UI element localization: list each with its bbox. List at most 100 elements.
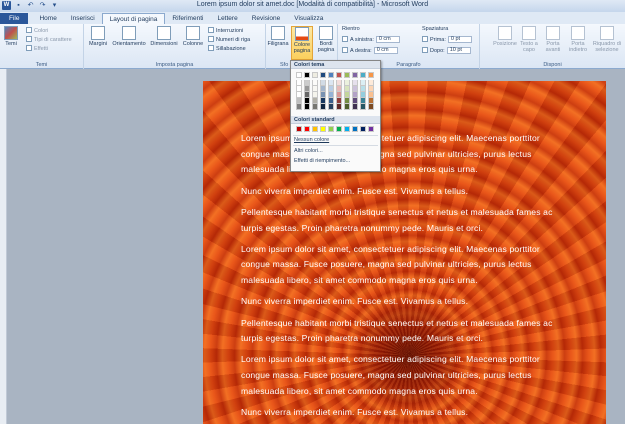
spacing-before-input[interactable]: 0 pt: [447, 36, 472, 44]
theme-color-swatch[interactable]: [368, 104, 374, 110]
dimensioni-button[interactable]: Dimensioni: [149, 26, 179, 47]
theme-color-swatch[interactable]: [360, 104, 366, 110]
theme-color-swatch[interactable]: [312, 72, 318, 78]
orientamento-button[interactable]: Orientamento: [111, 26, 147, 47]
theme-color-swatch[interactable]: [344, 104, 350, 110]
spacing-after-input[interactable]: 10 pt: [446, 47, 471, 55]
numeri-riga-button[interactable]: Numeri di riga: [208, 36, 250, 44]
line-numbers-icon: [208, 36, 214, 42]
theme-color-swatch[interactable]: [312, 104, 318, 110]
interruzioni-button[interactable]: Interruzioni: [208, 27, 243, 35]
window-title: Lorem ipsum dolor sit amet.doc [Modalità…: [196, 1, 429, 8]
more-colors-item[interactable]: Altri colori...: [294, 147, 323, 155]
effetti-button[interactable]: Effetti: [26, 45, 48, 53]
paragraph[interactable]: Nunc viverra imperdiet enim. Fusce est. …: [241, 405, 571, 421]
spacing-after-row: Dopo: 10 pt: [422, 47, 471, 55]
rientro-heading: Rientro: [342, 26, 360, 32]
standard-color-swatch[interactable]: [320, 126, 326, 132]
theme-color-swatch[interactable]: [304, 104, 310, 110]
tab-riferimenti[interactable]: Riferimenti: [165, 13, 210, 24]
theme-color-swatch[interactable]: [328, 104, 334, 110]
document-page[interactable]: Lorem ipsum dolor sit amet, consectetuer…: [203, 81, 606, 424]
colore-pagina-button[interactable]: Colore pagina: [291, 26, 313, 60]
theme-color-column: [344, 72, 350, 110]
spaziatura-heading: Spaziatura: [422, 26, 449, 32]
tab-lettere[interactable]: Lettere: [210, 13, 244, 24]
standard-colors-header: Colori standard: [291, 116, 380, 124]
theme-color-column: [328, 72, 334, 110]
fill-effects-item[interactable]: Effetti di riempimento...: [294, 157, 350, 165]
indent-right-input[interactable]: 0 cm: [373, 47, 398, 55]
bordi-pagina-button[interactable]: Bordi pagina: [315, 26, 337, 53]
page-borders-icon: [319, 26, 333, 40]
colori-button[interactable]: Colori: [26, 27, 48, 35]
fonts-icon: [26, 36, 32, 42]
sillabazione-button[interactable]: Sillabazione: [208, 45, 246, 53]
theme-color-swatch[interactable]: [368, 72, 374, 78]
standard-color-swatch[interactable]: [360, 126, 366, 132]
spacing-after-icon: [422, 47, 428, 53]
spacing-before-row: Prima: 0 pt: [422, 36, 472, 44]
theme-color-column: [312, 72, 318, 110]
paragraph[interactable]: Lorem ipsum dolor sit amet, consectetuer…: [241, 352, 571, 399]
filigrana-button[interactable]: Filigrana: [266, 26, 290, 47]
no-color-item[interactable]: Nessun colore: [294, 136, 329, 144]
theme-color-swatch[interactable]: [328, 72, 334, 78]
paragraph[interactable]: Nunc viverra imperdiet enim. Fusce est. …: [241, 184, 571, 200]
theme-color-swatch[interactable]: [336, 104, 342, 110]
theme-color-column: [304, 72, 310, 110]
colors-icon: [26, 27, 32, 33]
standard-color-swatch[interactable]: [352, 126, 358, 132]
theme-color-swatch[interactable]: [336, 72, 342, 78]
colonne-button[interactable]: Colonne: [181, 26, 205, 47]
group-imposta-pagina: Margini Orientamento Dimensioni Colonne …: [84, 24, 266, 69]
position-icon: [498, 26, 512, 40]
theme-color-swatch[interactable]: [296, 72, 302, 78]
standard-color-swatch[interactable]: [312, 126, 318, 132]
paragraph[interactable]: Nunc viverra imperdiet enim. Fusce est. …: [241, 294, 571, 310]
standard-color-swatch[interactable]: [368, 126, 374, 132]
page-color-icon: [295, 27, 309, 41]
porta-indietro-button[interactable]: Porta indietro: [566, 26, 590, 53]
posizione-button[interactable]: Posizione: [492, 26, 518, 47]
columns-icon: [186, 26, 200, 40]
vertical-ruler: [0, 69, 7, 424]
theme-color-swatch[interactable]: [320, 104, 326, 110]
theme-color-swatch[interactable]: [352, 72, 358, 78]
theme-color-swatch[interactable]: [360, 72, 366, 78]
tab-file[interactable]: File: [0, 13, 29, 24]
margini-button[interactable]: Margini: [87, 26, 109, 47]
temi-button[interactable]: Temi: [2, 26, 20, 47]
testo-a-capo-button[interactable]: Testo a capo: [518, 26, 540, 53]
tab-revisione[interactable]: Revisione: [245, 13, 288, 24]
group-disponi: Posizione Testo a capo Porta avanti Porta i…: [480, 24, 625, 69]
group-temi: Temi Colori Tipi di carattere Effetti Te…: [0, 24, 84, 69]
theme-color-swatch[interactable]: [352, 104, 358, 110]
tab-visualizza[interactable]: Visualizza: [287, 13, 330, 24]
send-backward-icon: [571, 26, 585, 40]
theme-color-swatch[interactable]: [344, 72, 350, 78]
standard-color-swatch[interactable]: [328, 126, 334, 132]
theme-color-swatch[interactable]: [296, 104, 302, 110]
porta-avanti-button[interactable]: Porta avanti: [542, 26, 564, 53]
document-body[interactable]: Lorem ipsum dolor sit amet, consectetuer…: [241, 131, 571, 424]
more-colors-label: Altri colori...: [294, 148, 323, 154]
tab-layout-di-pagina[interactable]: Layout di pagina: [101, 13, 166, 24]
wrap-text-icon: [522, 26, 536, 40]
theme-color-swatch[interactable]: [320, 72, 326, 78]
paragraph[interactable]: Pellentesque habitant morbi tristique se…: [241, 316, 571, 347]
riquadro-selezione-button[interactable]: Riquadro di selezione: [591, 26, 623, 53]
standard-color-swatch[interactable]: [336, 126, 342, 132]
paragraph[interactable]: Lorem ipsum dolor sit amet, consectetuer…: [241, 242, 571, 289]
theme-color-swatch[interactable]: [304, 72, 310, 78]
effects-icon: [26, 45, 32, 51]
tab-home[interactable]: Home: [32, 13, 63, 24]
standard-color-swatch[interactable]: [344, 126, 350, 132]
tab-inserisci[interactable]: Inserisci: [64, 13, 102, 24]
paragraph[interactable]: Pellentesque habitant morbi tristique se…: [241, 205, 571, 236]
standard-color-swatch[interactable]: [296, 126, 302, 132]
indent-left-input[interactable]: 0 cm: [375, 36, 400, 44]
standard-color-swatch[interactable]: [304, 126, 310, 132]
title-bar: W ▪ ↶ ↷ ▾ Lorem ipsum dolor sit amet.doc…: [0, 0, 625, 12]
tipi-carattere-button[interactable]: Tipi di carattere: [26, 36, 72, 44]
